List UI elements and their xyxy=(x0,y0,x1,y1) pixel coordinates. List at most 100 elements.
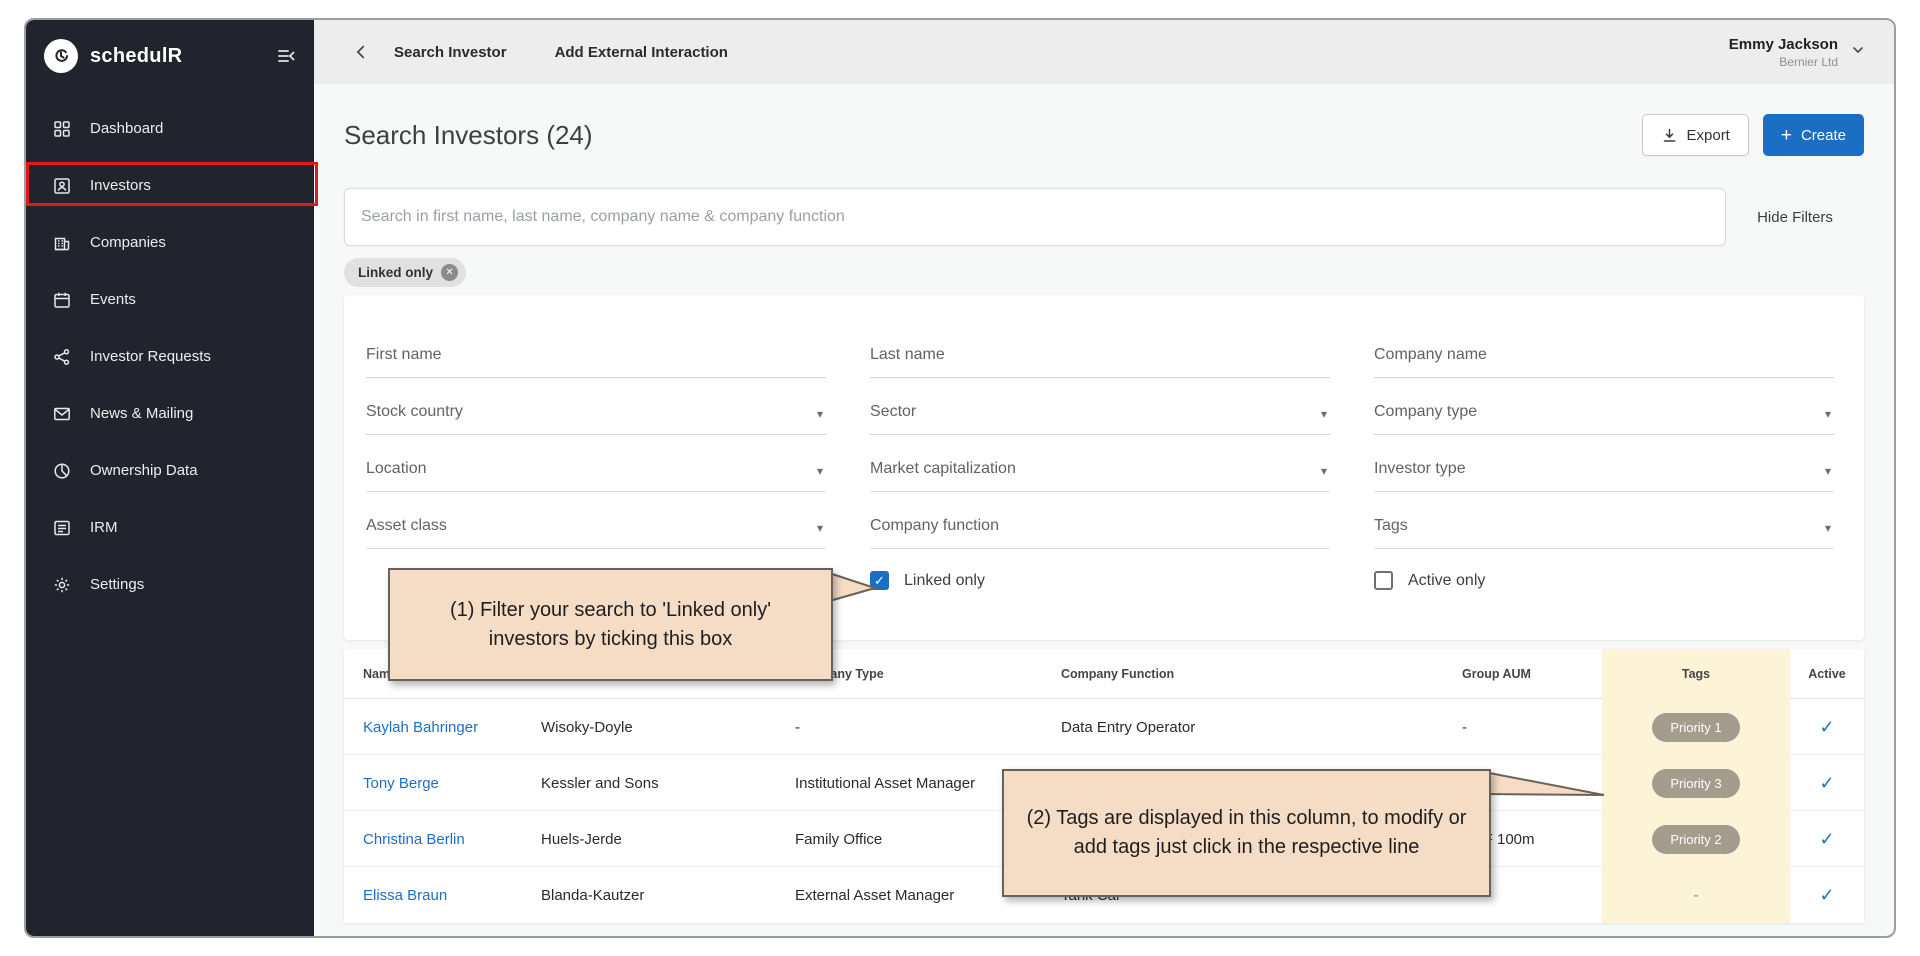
sidebar-item-label: Events xyxy=(90,291,136,308)
back-chevron-icon[interactable] xyxy=(352,43,370,61)
search-input[interactable] xyxy=(344,188,1726,246)
active-cell: ✓ xyxy=(1790,867,1864,923)
sidebar-item-irm[interactable]: IRM xyxy=(26,499,314,556)
active-check-icon: ✓ xyxy=(1819,829,1834,850)
investor-name-link[interactable]: Christina Berlin xyxy=(363,831,465,848)
tags-cell[interactable]: Priority 1 xyxy=(1602,699,1790,755)
chip-label: Linked only xyxy=(358,265,433,280)
filter-field-company-function[interactable]: Company function xyxy=(870,492,1330,549)
sidebar-item-dashboard[interactable]: Dashboard xyxy=(26,100,314,157)
chevron-down-icon: ▾ xyxy=(1825,407,1831,421)
chevron-down-icon[interactable] xyxy=(1850,42,1866,63)
filter-select-market-capitalization[interactable]: Market capitalization▾ xyxy=(870,435,1330,492)
sidebar-item-investor-requests[interactable]: Investor Requests xyxy=(26,328,314,385)
main-content: Search Investors (24) Export + Create Hi… xyxy=(314,84,1894,936)
checkbox-checked-icon[interactable]: ✓ xyxy=(870,571,889,590)
filter-field-last-name[interactable]: Last name xyxy=(870,321,1330,378)
active-cell: ✓ xyxy=(1790,699,1864,755)
table-row[interactable]: Elissa Braun Blanda-Kautzer External Ass… xyxy=(344,867,1864,923)
field-label: Sector xyxy=(870,403,1330,421)
tab-add-external-interaction[interactable]: Add External Interaction xyxy=(555,44,728,61)
sidebar-item-settings[interactable]: Settings xyxy=(26,556,314,613)
investors-icon xyxy=(52,176,72,196)
filter-select-tags[interactable]: Tags▾ xyxy=(1374,492,1834,549)
tags-cell[interactable]: Priority 2 xyxy=(1602,811,1790,867)
column-header-group-aum[interactable]: Group AUM xyxy=(1442,649,1602,699)
company-function-cell: Data Entry Operator xyxy=(1061,699,1442,755)
checkbox-unchecked-icon[interactable] xyxy=(1374,571,1393,590)
create-label: Create xyxy=(1801,127,1846,144)
plus-icon: + xyxy=(1781,126,1792,145)
active-check-icon: ✓ xyxy=(1819,885,1834,906)
linked-only-label: Linked only xyxy=(904,572,985,590)
filter-select-location[interactable]: Location▾ xyxy=(366,435,826,492)
hide-filters-button[interactable]: Hide Filters xyxy=(1726,209,1864,226)
share-icon xyxy=(52,347,72,367)
chevron-down-icon: ▾ xyxy=(1825,521,1831,535)
filter-select-company-type[interactable]: Company type▾ xyxy=(1374,378,1834,435)
chevron-down-icon: ▾ xyxy=(817,521,823,535)
filter-select-stock-country[interactable]: Stock country▾ xyxy=(366,378,826,435)
company-cell: Wisoky-Doyle xyxy=(541,699,795,755)
sidebar-item-label: Companies xyxy=(90,234,166,251)
sidebar-item-label: Ownership Data xyxy=(90,462,198,479)
sidebar-item-label: Settings xyxy=(90,576,144,593)
filter-select-asset-class[interactable]: Asset class▾ xyxy=(366,492,826,549)
table-row[interactable]: Kaylah Bahringer Wisoky-Doyle - Data Ent… xyxy=(344,699,1864,755)
column-header-company[interactable]: Company xyxy=(541,649,795,699)
investor-name-link[interactable]: Elissa Braun xyxy=(363,887,447,904)
tags-cell[interactable]: - xyxy=(1602,867,1790,923)
field-label: Last name xyxy=(870,346,1330,364)
company-type-cell: Family Office xyxy=(795,811,1061,867)
sidebar-item-label: IRM xyxy=(90,519,118,536)
topbar: Search Investor Add External Interaction… xyxy=(314,20,1894,84)
table-row[interactable]: Tony Berge Kessler and Sons Institutiona… xyxy=(344,755,1864,811)
companies-icon xyxy=(52,233,72,253)
filter-select-sector[interactable]: Sector▾ xyxy=(870,378,1330,435)
tag-pill[interactable]: Priority 2 xyxy=(1652,825,1739,854)
column-header-tags[interactable]: Tags xyxy=(1602,649,1790,699)
sidebar-item-label: Investors xyxy=(90,177,151,194)
company-function-cell xyxy=(1061,811,1442,867)
table-header: Name Company Company Type Company Functi… xyxy=(344,649,1864,699)
chevron-down-icon: ▾ xyxy=(817,464,823,478)
sidebar-collapse-icon[interactable] xyxy=(276,46,296,66)
column-header-company-type[interactable]: Company Type xyxy=(795,649,1061,699)
field-label: Market capitalization xyxy=(870,460,1330,478)
group-aum-cell: - xyxy=(1442,867,1602,923)
tag-pill[interactable]: Priority 3 xyxy=(1652,769,1739,798)
linked-only-checkbox[interactable]: ✓ Linked only xyxy=(870,571,1330,590)
investor-name-link[interactable]: Kaylah Bahringer xyxy=(363,719,478,736)
sidebar-item-events[interactable]: Events xyxy=(26,271,314,328)
create-button[interactable]: + Create xyxy=(1763,114,1864,156)
column-header-company-function[interactable]: Company Function xyxy=(1061,649,1442,699)
group-aum-cell: CHF 100m xyxy=(1442,755,1602,811)
company-type-cell: Institutional Asset Manager xyxy=(795,755,1061,811)
sidebar-item-label: Investor Requests xyxy=(90,348,211,365)
export-button[interactable]: Export xyxy=(1642,114,1749,156)
tab-search-investor[interactable]: Search Investor xyxy=(394,44,507,61)
tag-pill[interactable]: Priority 1 xyxy=(1652,713,1739,742)
filter-chip-linked-only[interactable]: Linked only ✕ xyxy=(344,258,466,287)
column-header-active[interactable]: Active xyxy=(1790,649,1864,699)
group-aum-cell: - xyxy=(1442,699,1602,755)
sidebar-item-news-mailing[interactable]: News & Mailing xyxy=(26,385,314,442)
active-check-icon: ✓ xyxy=(1819,717,1834,738)
filter-field-company-name[interactable]: Company name xyxy=(1374,321,1834,378)
column-header-name[interactable]: Name xyxy=(344,649,541,699)
chip-close-icon[interactable]: ✕ xyxy=(441,264,458,281)
sidebar-item-companies[interactable]: Companies xyxy=(26,214,314,271)
field-label: Company function xyxy=(870,517,1330,535)
table-row[interactable]: Christina Berlin Huels-Jerde Family Offi… xyxy=(344,811,1864,867)
tags-cell[interactable]: Priority 3 xyxy=(1602,755,1790,811)
group-aum-cell: CHF 100m xyxy=(1442,811,1602,867)
sidebar-item-investors[interactable]: Investors xyxy=(26,157,314,214)
active-only-checkbox[interactable]: Active only xyxy=(1374,571,1834,590)
company-function-cell xyxy=(1061,755,1442,811)
pie-chart-icon xyxy=(52,461,72,481)
filter-select-investor-type[interactable]: Investor type▾ xyxy=(1374,435,1834,492)
filter-field-first-name[interactable]: First name xyxy=(366,321,826,378)
investor-name-link[interactable]: Tony Berge xyxy=(363,775,439,792)
sidebar-item-ownership-data[interactable]: Ownership Data xyxy=(26,442,314,499)
user-menu[interactable]: Emmy Jackson Bernier Ltd xyxy=(1729,36,1866,69)
